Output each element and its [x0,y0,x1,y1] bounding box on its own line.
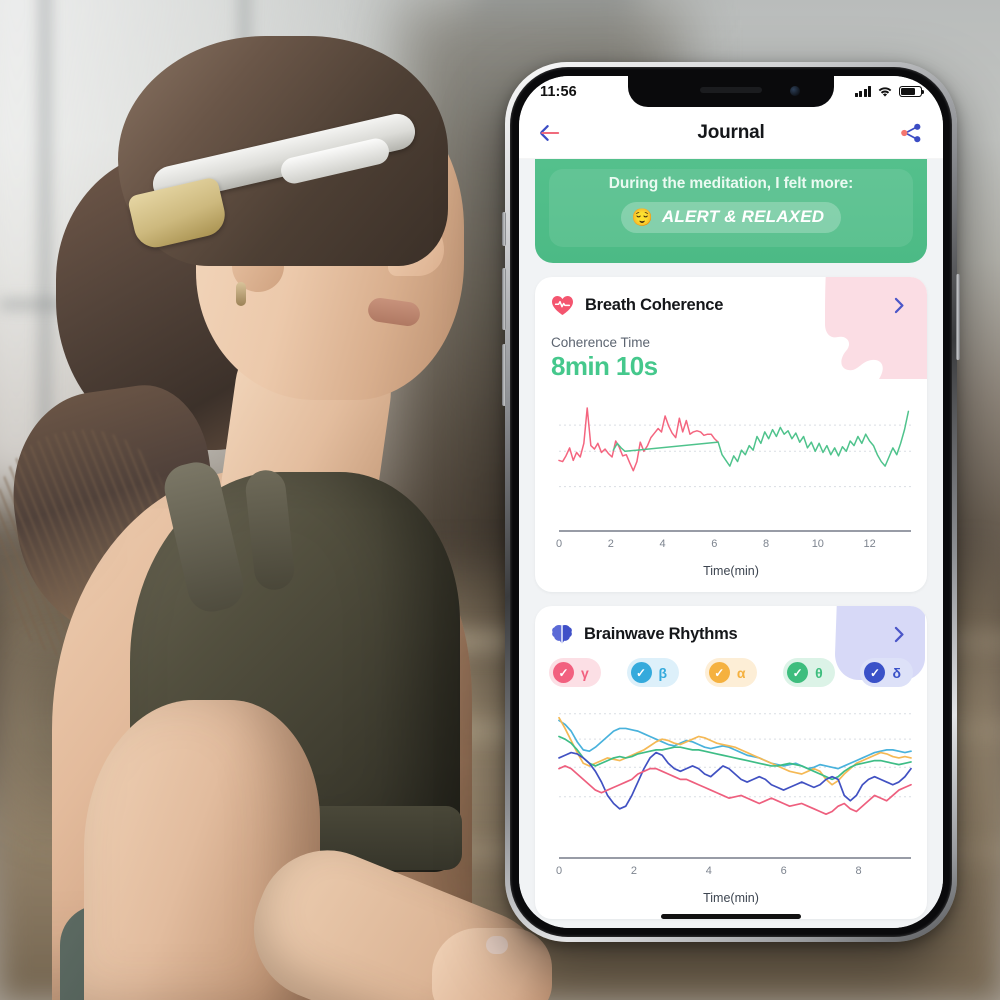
legend-glyph-alpha: α [736,664,746,681]
phone-screen: 11:56 Journal During the meditation, I f… [519,76,943,928]
earring [236,282,246,306]
brain-icon [552,624,572,644]
breath-chart-axis: 0 2 4 6 8 10 12 [556,530,911,550]
brainwave-card-header: Brainwave Rhythms [535,606,927,650]
breath-card-header: Breath Coherence [535,277,927,321]
svg-text:0: 0 [556,538,562,550]
status-bar-clock: 11:56 [540,83,577,100]
earpiece-speaker [700,87,762,93]
svg-text:10: 10 [812,538,824,550]
meditating-woman [0,0,568,1000]
phone-mockup: 11:56 Journal During the meditation, I f… [502,62,960,942]
breath-coherence-card[interactable]: Breath Coherence Coherence Time 8min 10s… [535,277,927,592]
check-icon: ✓ [553,662,574,683]
svg-text:2: 2 [631,865,637,877]
svg-text:6: 6 [781,865,787,877]
legend-pill-beta[interactable]: ✓ β [626,658,680,687]
legend-glyph-theta: θ [815,664,823,681]
coherence-time-value: 8min 10s [551,351,658,381]
brainwave-rhythms-chart [545,713,917,849]
mood-banner-card[interactable]: During the meditation, I felt more: 😌 AL… [535,159,927,263]
chevron-right-icon [894,626,904,642]
mood-pill[interactable]: 😌 ALERT & RELAXED [620,202,842,233]
status-bar-indicators [855,85,925,98]
chevron-right-icon [894,297,904,313]
legend-pill-theta[interactable]: ✓ θ [783,658,835,687]
breath-card-title: Breath Coherence [585,295,724,314]
legend-glyph-beta: β [658,664,668,681]
phone-bezel: 11:56 Journal During the meditation, I f… [510,67,952,937]
legend-glyph-delta: δ [892,664,901,681]
signal-bars-icon [855,86,871,97]
power-button[interactable] [956,274,960,360]
breath-card-chevron[interactable] [887,293,911,317]
nav-bar: Journal [519,107,943,159]
brainwave-chart-axis: 0 2 4 6 8 [556,857,911,877]
svg-text:6: 6 [711,538,717,550]
battery-icon [899,85,925,98]
wifi-icon [878,86,892,97]
home-indicator[interactable] [661,914,801,919]
share-icon [901,123,921,142]
svg-text:8: 8 [856,865,862,877]
check-icon: ✓ [630,662,652,683]
brainwave-card-title: Brainwave Rhythms [584,624,738,643]
check-icon: ✓ [864,662,886,683]
brainwave-card-chevron[interactable] [887,622,911,646]
legend-pill-gamma[interactable]: ✓ γ [549,658,601,687]
heart-pulse-icon [552,295,573,315]
front-camera [790,86,800,96]
volume-up-button[interactable] [502,268,506,330]
svg-text:4: 4 [659,538,665,550]
volume-down-button[interactable] [502,344,506,406]
back-button[interactable] [539,124,561,142]
legend-pill-alpha[interactable]: ✓ α [704,658,758,687]
svg-text:2: 2 [608,538,614,550]
check-icon: ✓ [787,662,809,683]
relieved-face-emoji: 😌 [631,207,653,227]
mute-switch[interactable] [502,212,506,246]
breath-chart-wrap: 0 2 4 6 8 10 12 [535,382,927,568]
svg-text:8: 8 [763,538,769,550]
mood-label: ALERT & RELAXED [661,207,825,226]
brainwave-rhythms-card[interactable]: Brainwave Rhythms ✓ γ ✓ β ✓ α ✓ θ ✓ δ 02468 Time(… [535,606,927,919]
legend-glyph-gamma: γ [581,664,589,681]
brainwave-chart-wrap: 0 2 4 6 8 [535,689,927,895]
journal-content[interactable]: During the meditation, I felt more: 😌 AL… [519,159,943,928]
back-arrow-icon [540,124,560,141]
coherence-time-label: Coherence Time [551,335,651,350]
breath-axis-caption: Time(min) [703,564,759,578]
mood-banner-inner: During the meditation, I felt more: 😌 AL… [549,169,913,247]
legend-pill-delta[interactable]: ✓ δ [860,658,913,687]
mood-question: During the meditation, I felt more: [608,175,854,192]
breath-coherence-chart [545,390,911,488]
notch [628,76,834,107]
svg-text:4: 4 [706,865,712,877]
svg-text:0: 0 [556,865,562,877]
share-button[interactable] [899,122,923,144]
hand [432,928,552,1000]
check-icon: ✓ [708,662,730,683]
page-title: Journal [697,121,765,143]
brainwave-legend[interactable]: ✓ γ ✓ β ✓ α ✓ θ ✓ δ [535,650,927,689]
svg-text:12: 12 [863,538,875,550]
